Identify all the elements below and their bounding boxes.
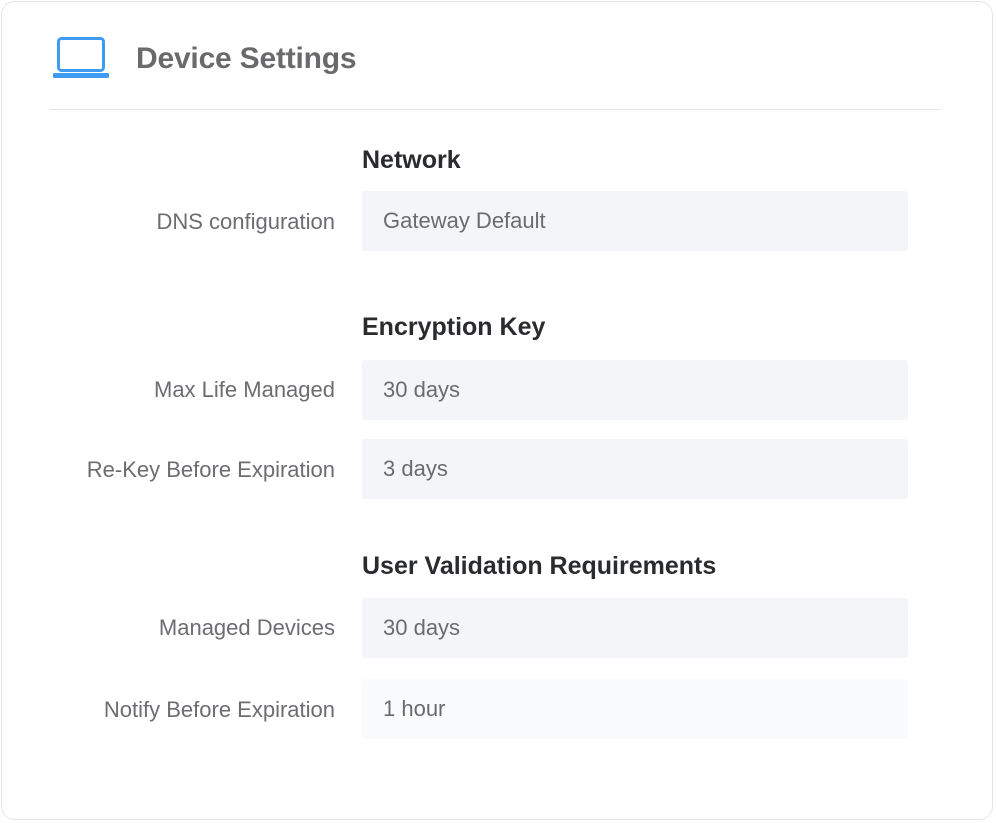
notify-before-expiration-field[interactable]: 1 hour — [362, 679, 908, 739]
managed-devices-field[interactable]: 30 days — [362, 598, 908, 658]
dns-configuration-label: DNS configuration — [156, 209, 335, 234]
card-header: Device Settings — [50, 2, 940, 110]
device-settings-card: Device Settings Network DNS configuratio… — [1, 1, 993, 820]
section-title-encryption-key: Encryption Key — [362, 313, 546, 341]
section-title-network: Network — [362, 146, 461, 174]
rekey-before-expiration-label: Re-Key Before Expiration — [86, 457, 335, 482]
rekey-before-expiration-field[interactable]: 3 days — [362, 439, 908, 499]
page-title: Device Settings — [136, 42, 357, 75]
section-title-user-validation: User Validation Requirements — [362, 552, 717, 580]
managed-devices-label: Managed Devices — [158, 615, 335, 640]
dns-configuration-field[interactable]: Gateway Default — [362, 191, 908, 251]
max-life-managed-field[interactable]: 30 days — [362, 360, 908, 420]
max-life-managed-label: Max Life Managed — [154, 377, 335, 402]
notify-before-expiration-label: Notify Before Expiration — [103, 697, 335, 722]
laptop-icon — [52, 35, 110, 81]
